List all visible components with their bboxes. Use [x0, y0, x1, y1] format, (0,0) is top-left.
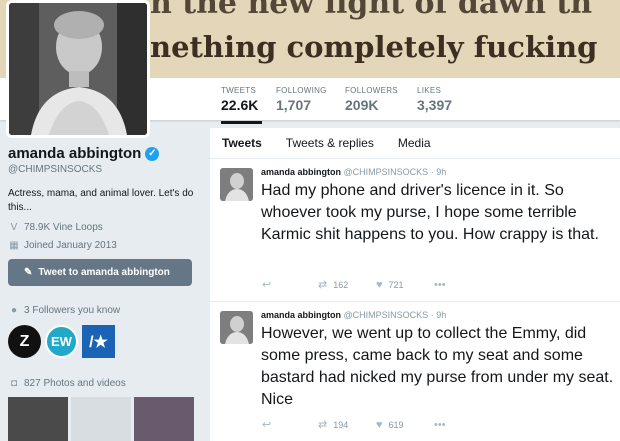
tweet-time[interactable]: 9h	[436, 310, 446, 320]
stat-likes-value: 3,397	[417, 97, 453, 113]
more-icon: •••	[434, 418, 446, 431]
stat-followers-value: 209K	[345, 97, 379, 113]
more-button[interactable]: •••	[434, 419, 446, 431]
tweet-item[interactable]: amanda abbington @CHIMPSINSOCKS · 9h How…	[210, 303, 620, 441]
calendar-icon: ▦	[9, 240, 19, 251]
more-button[interactable]: •••	[434, 279, 446, 291]
tweet-avatar[interactable]	[220, 311, 253, 344]
tweet-header: amanda abbington @CHIMPSINSOCKS · 9h	[261, 310, 447, 320]
like-button[interactable]: ♥ 619	[376, 419, 434, 431]
tab-tweets[interactable]: Tweets	[222, 136, 262, 150]
like-button[interactable]: ♥ 721	[376, 279, 434, 291]
tweet-header: amanda abbington @CHIMPSINSOCKS · 9h	[261, 167, 447, 177]
stat-tweets-value: 22.6K	[221, 97, 259, 113]
photo-thumbnail[interactable]	[134, 397, 194, 441]
banner-text-line2: nething completely fucking	[150, 30, 598, 64]
tweet-text: However, we went up to collect the Emmy,…	[261, 325, 614, 408]
stat-followers[interactable]: FOLLOWERS 209K	[345, 86, 398, 113]
profile-info: amanda abbington ✓ @CHIMPSINSOCKS Actres…	[8, 145, 198, 251]
retweet-count: 162	[333, 279, 349, 290]
stat-following-value: 1,707	[276, 97, 312, 113]
tweet-actions: ↩ ⇄ 194 ♥ 619 •••	[262, 418, 446, 432]
stat-likes-label: LIKES	[417, 86, 442, 95]
vine-loops-row: V 78.9K Vine Loops	[8, 222, 198, 233]
tweet-author-handle[interactable]: @CHIMPSINSOCKS	[344, 310, 429, 320]
profile-name[interactable]: amanda abbington	[8, 145, 141, 162]
tweet-to-button[interactable]: ✎ Tweet to amanda abbington	[8, 259, 192, 286]
reply-button[interactable]: ↩	[262, 418, 318, 431]
tweet-item[interactable]: amanda abbington @CHIMPSINSOCKS · 9h Had…	[210, 160, 620, 302]
followers-you-know-header[interactable]: ● 3 Followers you know	[8, 305, 120, 316]
stat-following[interactable]: FOLLOWING 1,707	[276, 86, 327, 113]
followers-you-know-list: Z EW /★	[8, 325, 115, 358]
camera-icon: ◘	[10, 378, 18, 389]
follower-avatar[interactable]: EW	[45, 325, 78, 358]
stat-tweets[interactable]: TWEETS 22.6K	[221, 86, 263, 124]
profile-avatar[interactable]	[6, 0, 150, 138]
follower-avatar[interactable]: Z	[8, 325, 41, 358]
photo-thumbnail[interactable]	[8, 397, 68, 441]
followers-you-know-text: 3 Followers you know	[24, 305, 121, 316]
stat-likes[interactable]: LIKES 3,397	[417, 86, 452, 113]
like-icon: ♥	[376, 418, 383, 431]
avatar-photo	[9, 3, 147, 135]
more-icon: •••	[434, 278, 446, 291]
tweet-author-name[interactable]: amanda abbington	[261, 310, 341, 320]
banner-text-line1: n the new light of dawn th	[150, 0, 593, 21]
reply-icon: ↩	[262, 279, 272, 291]
vine-icon: V	[10, 222, 18, 233]
profile-name-row: amanda abbington ✓	[8, 145, 198, 162]
like-count: 721	[388, 279, 404, 290]
photos-videos-header[interactable]: ◘ 827 Photos and videos	[8, 378, 126, 389]
tweet-time[interactable]: 9h	[436, 167, 446, 177]
tab-tweets-replies[interactable]: Tweets & replies	[286, 136, 374, 150]
like-count: 619	[388, 419, 404, 430]
retweet-icon: ⇄	[318, 279, 328, 291]
joined-text: Joined January 2013	[24, 240, 117, 251]
profile-handle[interactable]: @CHIMPSINSOCKS	[8, 164, 198, 175]
tweet-author-handle[interactable]: @CHIMPSINSOCKS	[344, 167, 429, 177]
profile-bio: Actress, mama, and animal lover. Let's d…	[8, 188, 194, 213]
photo-thumbnail[interactable]	[71, 397, 131, 441]
stat-tweets-label: TWEETS	[221, 86, 257, 95]
retweet-button[interactable]: ⇄ 194	[318, 418, 376, 431]
tweet-actions: ↩ ⇄ 162 ♥ 721 •••	[262, 278, 446, 292]
like-icon: ♥	[376, 278, 383, 291]
reply-button[interactable]: ↩	[262, 278, 318, 291]
retweet-button[interactable]: ⇄ 162	[318, 278, 376, 291]
tweet-to-label: Tweet to amanda abbington	[38, 267, 170, 278]
vine-loops-text[interactable]: 78.9K Vine Loops	[24, 222, 103, 233]
photos-grid	[8, 397, 194, 441]
photos-videos-text: 827 Photos and videos	[24, 378, 126, 389]
follower-avatar[interactable]: /★	[82, 325, 115, 358]
tweet-compose-icon: ✎	[24, 267, 33, 278]
tweet-text: Had my phone and driver's licence in it.…	[261, 182, 599, 243]
retweet-count: 194	[333, 419, 349, 430]
tweet-avatar[interactable]	[220, 168, 253, 201]
timeline: Tweets Tweets & replies Media amanda abb…	[210, 128, 620, 441]
retweet-icon: ⇄	[318, 419, 328, 431]
verified-icon: ✓	[145, 146, 160, 161]
tab-media[interactable]: Media	[398, 136, 431, 150]
timeline-tabs: Tweets Tweets & replies Media	[210, 128, 620, 159]
reply-icon: ↩	[262, 419, 272, 431]
tweet-author-name[interactable]: amanda abbington	[261, 167, 341, 177]
stat-followers-label: FOLLOWERS	[345, 86, 398, 95]
stat-following-label: FOLLOWING	[276, 86, 327, 95]
joined-row: ▦ Joined January 2013	[8, 240, 198, 251]
person-icon: ●	[10, 305, 18, 316]
